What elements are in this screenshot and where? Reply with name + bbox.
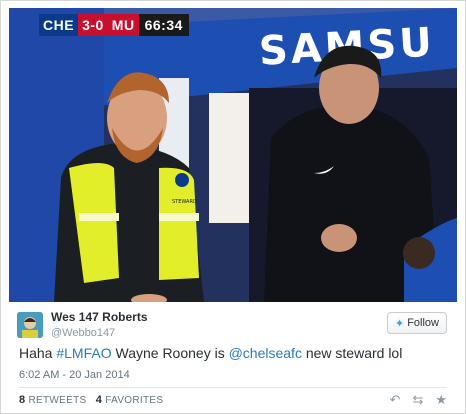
avatar[interactable] [17, 312, 43, 338]
tweet-text-part: Wayne Rooney is [111, 345, 229, 361]
scoreboard: CHE 3-0 MU 66:34 [39, 14, 189, 36]
avatar-image [17, 312, 43, 338]
user-handle[interactable]: @Webbo147 [51, 327, 115, 339]
mention-link[interactable]: @chelseafc [229, 345, 302, 361]
star-icon[interactable]: ★ [435, 392, 447, 408]
display-name[interactable]: Wes 147 Roberts [51, 310, 148, 324]
retweets-label[interactable]: RETWEETS [29, 395, 87, 406]
favorites-label[interactable]: FAVORITES [105, 395, 163, 406]
favorites-count: 4 [95, 394, 103, 406]
tweet-stats: 8 RETWEETS 4 FAVORITES [19, 394, 163, 406]
stadium-scene: SAMSU STEWARD [9, 8, 457, 302]
reply-icon[interactable]: ↶ [390, 392, 401, 408]
match-clock: 66:34 [138, 14, 189, 36]
tweet-text-part: Haha [19, 345, 57, 361]
follow-button[interactable]: ✦ Follow [387, 312, 447, 334]
steward-badge-text: STEWARD [172, 199, 197, 205]
home-team-abbrev: CHE [39, 14, 79, 36]
tweet-text-part: new steward lol [301, 345, 403, 361]
away-team-abbrev: MU [107, 14, 139, 36]
twitter-bird-icon: ✦ [394, 317, 405, 330]
match-score: 3-0 [78, 14, 108, 36]
tweet-actions: ↶ ⇆ ★ [390, 392, 447, 408]
hashtag-link[interactable]: #LMFAO [56, 345, 111, 361]
tweet-timestamp[interactable]: 6:02 AM - 20 Jan 2014 [19, 369, 130, 381]
follow-label: Follow [407, 317, 439, 329]
retweets-count: 8 [19, 394, 26, 406]
divider [19, 387, 447, 388]
tweet-body: Wes 147 Roberts @Webbo147 ✦ Follow Haha … [9, 304, 457, 408]
retweet-icon[interactable]: ⇆ [412, 392, 423, 408]
tweet-text: Haha #LMFAO Wayne Rooney is @chelseafc n… [19, 345, 402, 361]
tweet-photo[interactable]: SAMSU STEWARD [9, 8, 457, 302]
tweet-card: SAMSU STEWARD [0, 0, 466, 414]
